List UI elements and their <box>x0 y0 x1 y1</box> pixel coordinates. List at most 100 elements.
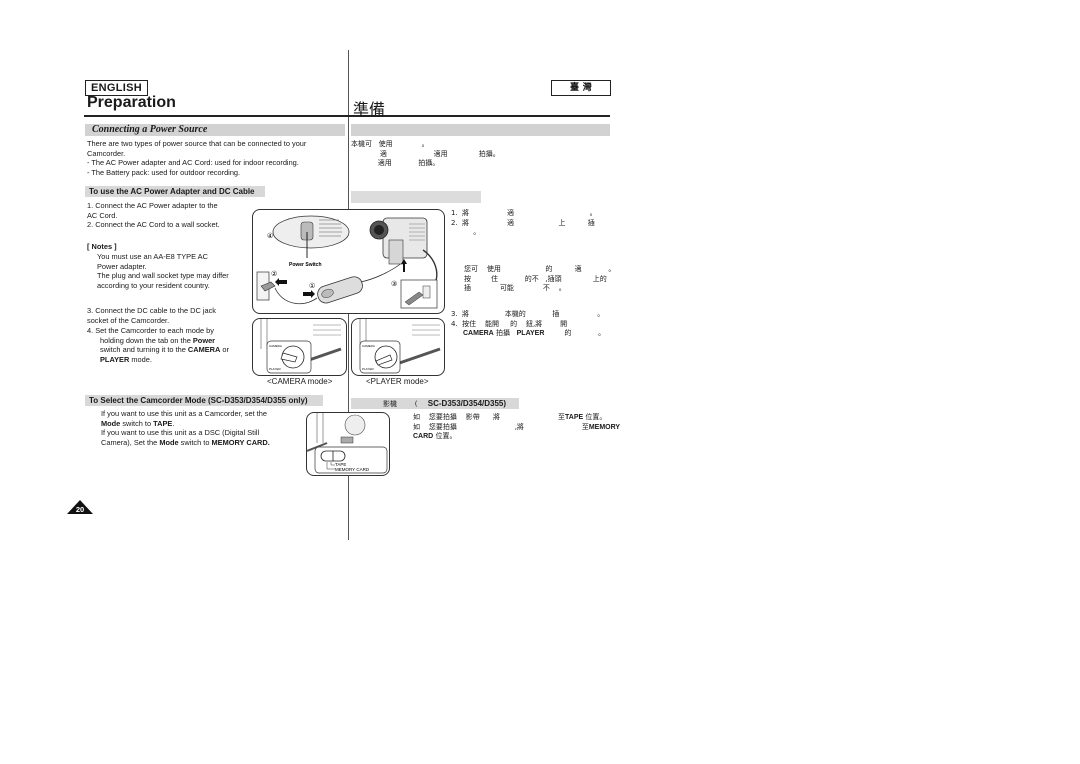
note-line: The plug and wall socket type may differ <box>97 271 229 281</box>
subsection-title-camcorder-mode: To Select the Camcorder Mode (SC-D353/D3… <box>85 395 323 406</box>
camera-mode-illustration: CAMERA PLAYER <box>252 318 347 376</box>
step-line: 。 <box>451 228 481 236</box>
arrow-icon <box>275 278 287 286</box>
text-line: CARD 位置。 <box>413 432 620 442</box>
step-line: 2. 將 適 上 插 <box>451 218 595 227</box>
step-line: 1. 將 適 。 <box>451 209 597 217</box>
bold-text: TAPE <box>153 418 173 428</box>
note-line: 您可 使用 的 適 。 <box>464 265 616 273</box>
steps-3-4-chinese: 3. 將 本機的 插 。 4. 按住 能開 的 鈕,將 開 CAMERA 拍攝 … <box>451 310 605 339</box>
dc-cable <box>360 261 404 283</box>
step-line: CAMERA 拍攝 PLAYER 的 。 <box>451 329 605 339</box>
mode-switch-diagram: TAPE MEMORY CARD <box>307 413 388 474</box>
text: 影機 ( <box>383 400 418 408</box>
note-line: 插 可能 不 。 <box>464 284 566 292</box>
bold-text: Power <box>192 335 216 345</box>
section-bar-right <box>351 124 610 136</box>
note-line: 按 住 的不 ,插頭 上的 <box>464 274 607 283</box>
text: 如 您要拍攝 影帶 將 至 <box>413 413 566 421</box>
intro-text-chinese: 本機可 使用 。 適 適用 拍攝。 適用 拍攝。 <box>351 140 500 169</box>
arrow-icon <box>303 290 315 298</box>
section-bar-left: Connecting a Power Source <box>85 124 345 136</box>
subsection-title-ac-adapter: To use the AC Power Adapter and DC Cable <box>85 186 265 197</box>
bold-text: MEMORY <box>588 423 621 431</box>
page-title-chinese: 準備 <box>353 100 386 119</box>
mode-select-text: If you want to use this unit as a Camcor… <box>101 409 270 448</box>
intro-line: - The Battery pack: used for outdoor rec… <box>87 168 241 178</box>
intro-line: Camcorder. <box>87 148 126 158</box>
step-4: 4. Set the Camcorder to each mode by hol… <box>87 326 229 365</box>
text-line: Mode switch to TAPE. <box>101 419 270 429</box>
ac-adapter <box>317 276 363 304</box>
bold-text: MEMORY CARD. <box>211 438 270 448</box>
dial-label-camera: CAMERA <box>269 344 282 348</box>
text: . <box>172 418 175 428</box>
note-line: You must use an AA-E8 TYPE AC <box>97 252 208 261</box>
text: 位置。 <box>433 432 457 440</box>
step-line: PLAYER mode. <box>87 355 229 365</box>
bold-text: Mode <box>159 438 179 448</box>
bold-text: PLAYER <box>100 355 130 365</box>
text: mode. <box>129 355 152 365</box>
camera-mode-caption: <CAMERA mode> <box>267 377 333 386</box>
text: 拍攝 <box>493 329 517 337</box>
text: Camera), Set the <box>101 438 160 448</box>
intro-line: 適 適用 拍攝。 <box>351 149 500 158</box>
step-line: 2. Connect the AC Cord to a wall socket. <box>87 220 220 230</box>
intro-line: There are two types of power source that… <box>87 139 307 148</box>
player-mode-caption: <PLAYER mode> <box>366 377 429 386</box>
subsection-bar-right <box>351 191 481 203</box>
intro-line: - The AC Power adapter and AC Cord: used… <box>87 158 299 168</box>
step-line: AC Cord. <box>87 210 118 220</box>
text: 位置。 <box>583 413 607 421</box>
bold-text: CAMERA <box>187 345 221 355</box>
text-line: If you want to use this unit as a Camcor… <box>101 409 267 418</box>
text: switch to <box>178 438 212 448</box>
dial-label-camera: CAMERA <box>362 344 375 348</box>
steps-1-2: 1. Connect the AC Power adapter to the A… <box>87 201 220 230</box>
mode-switch-illustration: TAPE MEMORY CARD <box>306 412 390 476</box>
dial-label-player: PLAYER <box>269 367 281 371</box>
player-mode-illustration: CAMERA PLAYER <box>351 318 445 376</box>
note-line: according to your resident country. <box>97 281 210 291</box>
step-line: 3. 將 本機的 插 。 <box>451 310 605 318</box>
step-line: switch and turning it to the CAMERA or <box>87 345 229 355</box>
subsection-title-camcorder-mode-chinese: 影機 ( SC-D353/D354/D355) <box>351 398 519 409</box>
steps-1-2-chinese: 1. 將 適 。 2. 將 適 上 插 。 <box>451 209 597 238</box>
power-switch-label: Power Switch <box>289 262 322 268</box>
text: switch to <box>120 418 154 428</box>
notes-chinese: 您可 使用 的 適 。 按 住 的不 ,插頭 上的 插 可能 不 。 <box>464 265 615 294</box>
text-line: 如 您要拍攝 ,將 至MEMORY <box>413 423 620 433</box>
player-mode-dial: CAMERA PLAYER <box>359 319 441 374</box>
marker-4: ④ <box>267 232 273 240</box>
step-line: 4. Set the Camcorder to each mode by <box>87 326 214 335</box>
bold-text: Mode <box>101 418 121 428</box>
marker-2: ② <box>271 270 277 278</box>
page-title: Preparation <box>87 94 176 111</box>
text: 如 您要拍攝 ,將 至 <box>413 422 589 431</box>
connection-diagram: ④ ② ① ③ Power Switch <box>256 215 438 309</box>
section-title: Connecting a Power Source <box>92 124 208 135</box>
intro-text: There are two types of power source that… <box>87 139 306 178</box>
step-line: 3. Connect the DC cable to the DC jack <box>87 306 216 315</box>
model-numbers: SC-D353/D354/D355) <box>427 399 507 408</box>
text-line: If you want to use this unit as a DSC (D… <box>101 428 260 438</box>
dial-label-player: PLAYER <box>362 367 374 371</box>
page-number: 20 <box>75 505 85 514</box>
marker-3: ③ <box>391 280 397 288</box>
bold-text: CARD <box>413 433 434 440</box>
text: or <box>220 345 229 355</box>
notes-label: [ Notes ] <box>87 242 117 251</box>
intro-line: 適用 拍攝。 <box>351 159 440 167</box>
note-line: Power adapter. <box>97 261 147 271</box>
step-3: 3. Connect the DC cable to the DC jack s… <box>87 306 216 325</box>
camera-mode-dial: CAMERA PLAYER <box>260 319 342 374</box>
mode-select-text-chinese: 如 您要拍攝 影帶 將 至TAPE 位置。 如 您要拍攝 ,將 至MEMORY … <box>413 413 620 442</box>
language-label-chinese: 臺 灣 <box>551 80 611 96</box>
notes-text: You must use an AA-E8 TYPE AC Power adap… <box>97 252 229 291</box>
bold-text: PLAYER <box>516 330 545 337</box>
bold-text: CAMERA <box>463 330 494 337</box>
intro-line: 本機可 使用 。 <box>351 140 429 148</box>
bold-text: TAPE <box>565 414 584 421</box>
step-line: 4. 按住 能開 的 鈕,將 開 <box>451 319 568 328</box>
